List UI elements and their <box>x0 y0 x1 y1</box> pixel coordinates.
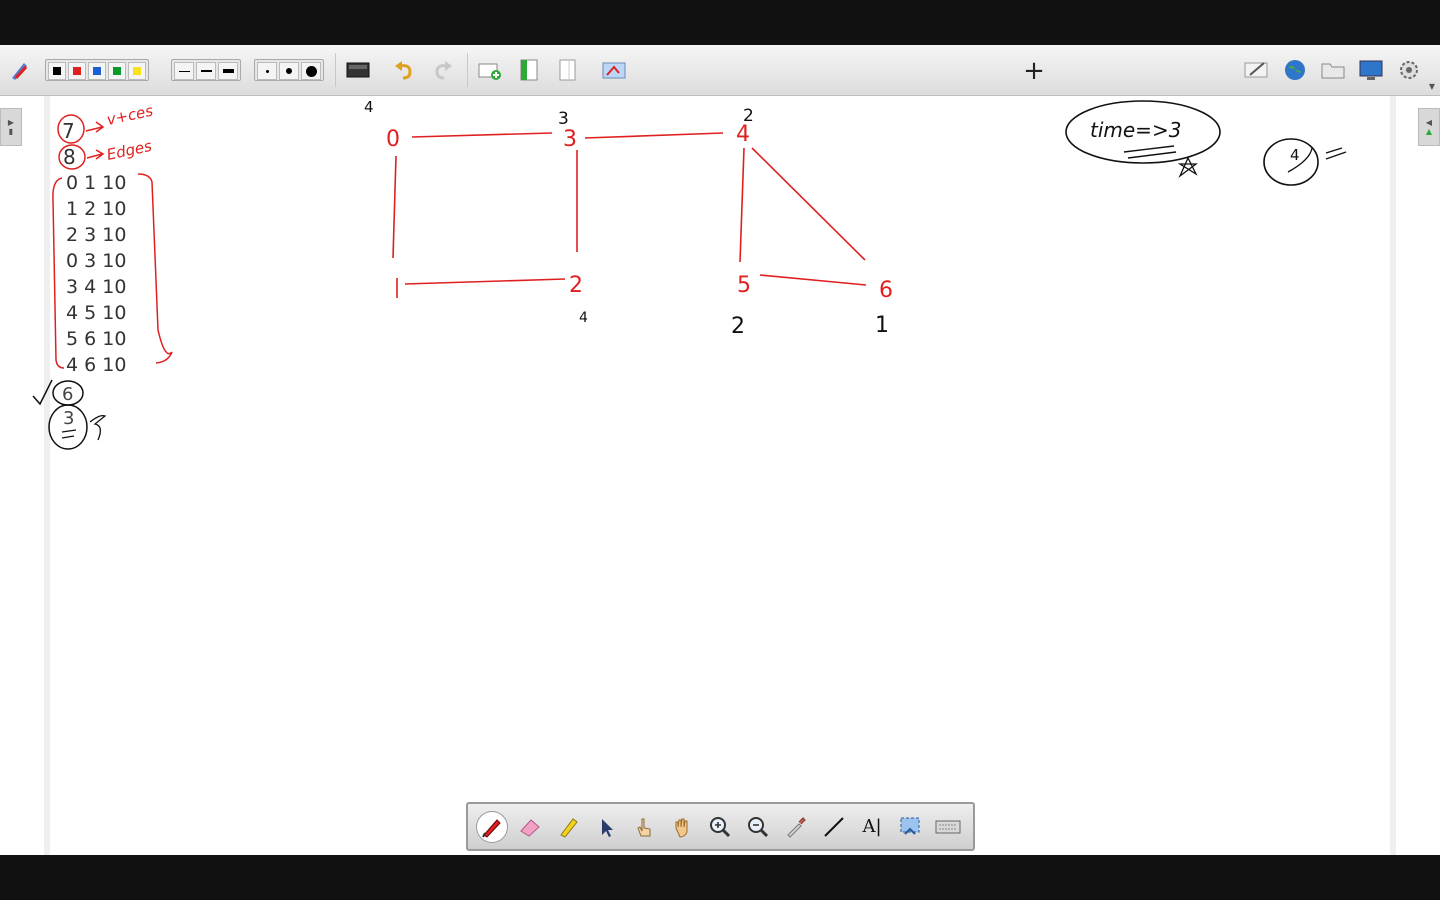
thin-line-button[interactable] <box>174 62 194 80</box>
toolbar-overflow-icon[interactable]: ▼ <box>1427 81 1437 91</box>
color-red-swatch[interactable] <box>68 62 86 80</box>
text-tool-label: A <box>862 816 876 837</box>
display-icon[interactable] <box>1358 57 1384 83</box>
capture-tools-icon[interactable] <box>601 57 627 83</box>
edge-row: 5 6 10 <box>66 328 127 350</box>
screen-shade-icon[interactable] <box>345 57 371 83</box>
right-panel-toggle[interactable]: ◀ ▲ <box>1418 108 1440 146</box>
edge-row: 4 6 10 <box>66 354 127 376</box>
eyedropper-icon <box>787 816 806 838</box>
edit-icon[interactable] <box>1244 57 1270 83</box>
main-toolbar: + ▼ <box>0 45 1440 96</box>
expand-arrow-icon: ▶ <box>7 118 15 127</box>
right-margin-strip <box>1390 96 1396 855</box>
line-tool-button[interactable] <box>818 811 850 843</box>
color-black-swatch[interactable] <box>48 62 66 80</box>
edge-row: 0 1 10 <box>66 172 127 194</box>
add-page-button[interactable]: + <box>1020 56 1048 86</box>
color-green-swatch[interactable] <box>108 62 126 80</box>
settings-gear-icon[interactable] <box>1396 57 1422 83</box>
left-margin-strip <box>44 96 50 855</box>
edge-row: 0 3 10 <box>66 250 127 272</box>
page-icon[interactable] <box>554 57 580 83</box>
large-dot-button[interactable] <box>301 62 321 80</box>
line-width-group <box>171 59 241 81</box>
hand-pointer-icon <box>637 818 651 836</box>
edge-row: 2 3 10 <box>66 224 127 246</box>
insert-page-icon[interactable] <box>516 57 542 83</box>
color-blue-swatch[interactable] <box>88 62 106 80</box>
toolbar-separator <box>467 53 468 87</box>
top-black-bar <box>0 0 1440 45</box>
collapse-arrow-icon: ◀ <box>1425 118 1433 127</box>
zoom-in-button[interactable] <box>704 811 736 843</box>
color-palette <box>45 59 149 81</box>
edge-row: 1 2 10 <box>66 198 127 220</box>
color-yellow-swatch[interactable] <box>128 62 146 80</box>
pan-hand-icon <box>675 818 688 838</box>
edge-row: 3 4 10 <box>66 276 127 298</box>
text-cursor-icon: | <box>875 816 882 837</box>
folder-icon[interactable] <box>1320 57 1346 83</box>
dot-size-group <box>254 59 324 81</box>
edge-row: 4 5 10 <box>66 302 127 324</box>
eraser-icon <box>520 818 540 837</box>
keyboard-icon <box>935 820 961 833</box>
toolbar-separator <box>335 53 336 87</box>
highlighter-icon <box>560 817 578 838</box>
thick-line-button[interactable] <box>218 62 238 80</box>
undo-icon[interactable] <box>391 57 417 83</box>
zoom-in-icon <box>710 816 731 837</box>
floating-toolbar: A | <box>466 802 975 851</box>
pointer-tool-button[interactable] <box>628 811 660 843</box>
line-icon <box>824 816 844 837</box>
keyboard-button[interactable] <box>932 811 964 843</box>
medium-dot-button[interactable] <box>279 62 299 80</box>
whiteboard-canvas[interactable] <box>0 96 1440 855</box>
highlighter-tool-button[interactable] <box>552 811 584 843</box>
zoom-out-button[interactable] <box>742 811 774 843</box>
redo-icon[interactable] <box>430 57 456 83</box>
small-dot-button[interactable] <box>257 62 277 80</box>
gallery-icon: ▲ <box>1425 127 1433 136</box>
screen-capture-button[interactable] <box>894 811 926 843</box>
medium-line-button[interactable] <box>196 62 216 80</box>
pen-tool-button[interactable] <box>476 810 508 843</box>
pen-icon <box>482 818 501 838</box>
arrow-cursor-icon <box>602 818 613 837</box>
pen-tools-icon[interactable] <box>6 57 32 83</box>
screen-capture-icon <box>900 817 920 835</box>
zoom-out-icon <box>748 816 769 837</box>
select-tool-button[interactable] <box>590 811 622 843</box>
page-sorter-icon: ▮ <box>8 127 14 136</box>
globe-icon[interactable] <box>1282 57 1308 83</box>
left-panel-toggle[interactable]: ▶ ▮ <box>0 108 22 146</box>
pan-tool-button[interactable] <box>666 811 698 843</box>
eraser-tool-button[interactable] <box>514 811 546 843</box>
edge-list: 0 1 10 1 2 10 2 3 10 0 3 10 3 4 10 4 5 1… <box>66 170 126 378</box>
bottom-black-bar <box>0 855 1440 900</box>
color-picker-button[interactable] <box>780 811 812 843</box>
add-blank-page-icon[interactable] <box>477 57 503 83</box>
text-tool-button[interactable]: A | <box>856 811 888 843</box>
